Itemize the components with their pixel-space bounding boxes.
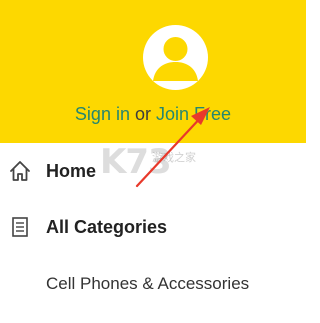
user-avatar-icon[interactable]	[143, 25, 208, 90]
auth-links: Sign in or Join Free	[0, 103, 306, 125]
category-item-cell-phones[interactable]: Cell Phones & Accessories	[0, 264, 306, 304]
join-free-link[interactable]: Join Free	[156, 104, 231, 124]
auth-separator: or	[134, 104, 151, 124]
category-item-label: Cell Phones & Accessories	[46, 274, 250, 293]
home-icon	[8, 159, 32, 183]
sign-in-link[interactable]: Sign in	[75, 104, 130, 124]
menu-item-label: All Categories	[46, 217, 168, 237]
document-list-icon	[8, 215, 32, 239]
menu-item-all-categories[interactable]: All Categories	[0, 207, 306, 247]
menu-item-home[interactable]: Home	[0, 151, 306, 191]
menu-item-label: Home	[46, 161, 97, 181]
account-header: Sign in or Join Free	[0, 0, 306, 143]
